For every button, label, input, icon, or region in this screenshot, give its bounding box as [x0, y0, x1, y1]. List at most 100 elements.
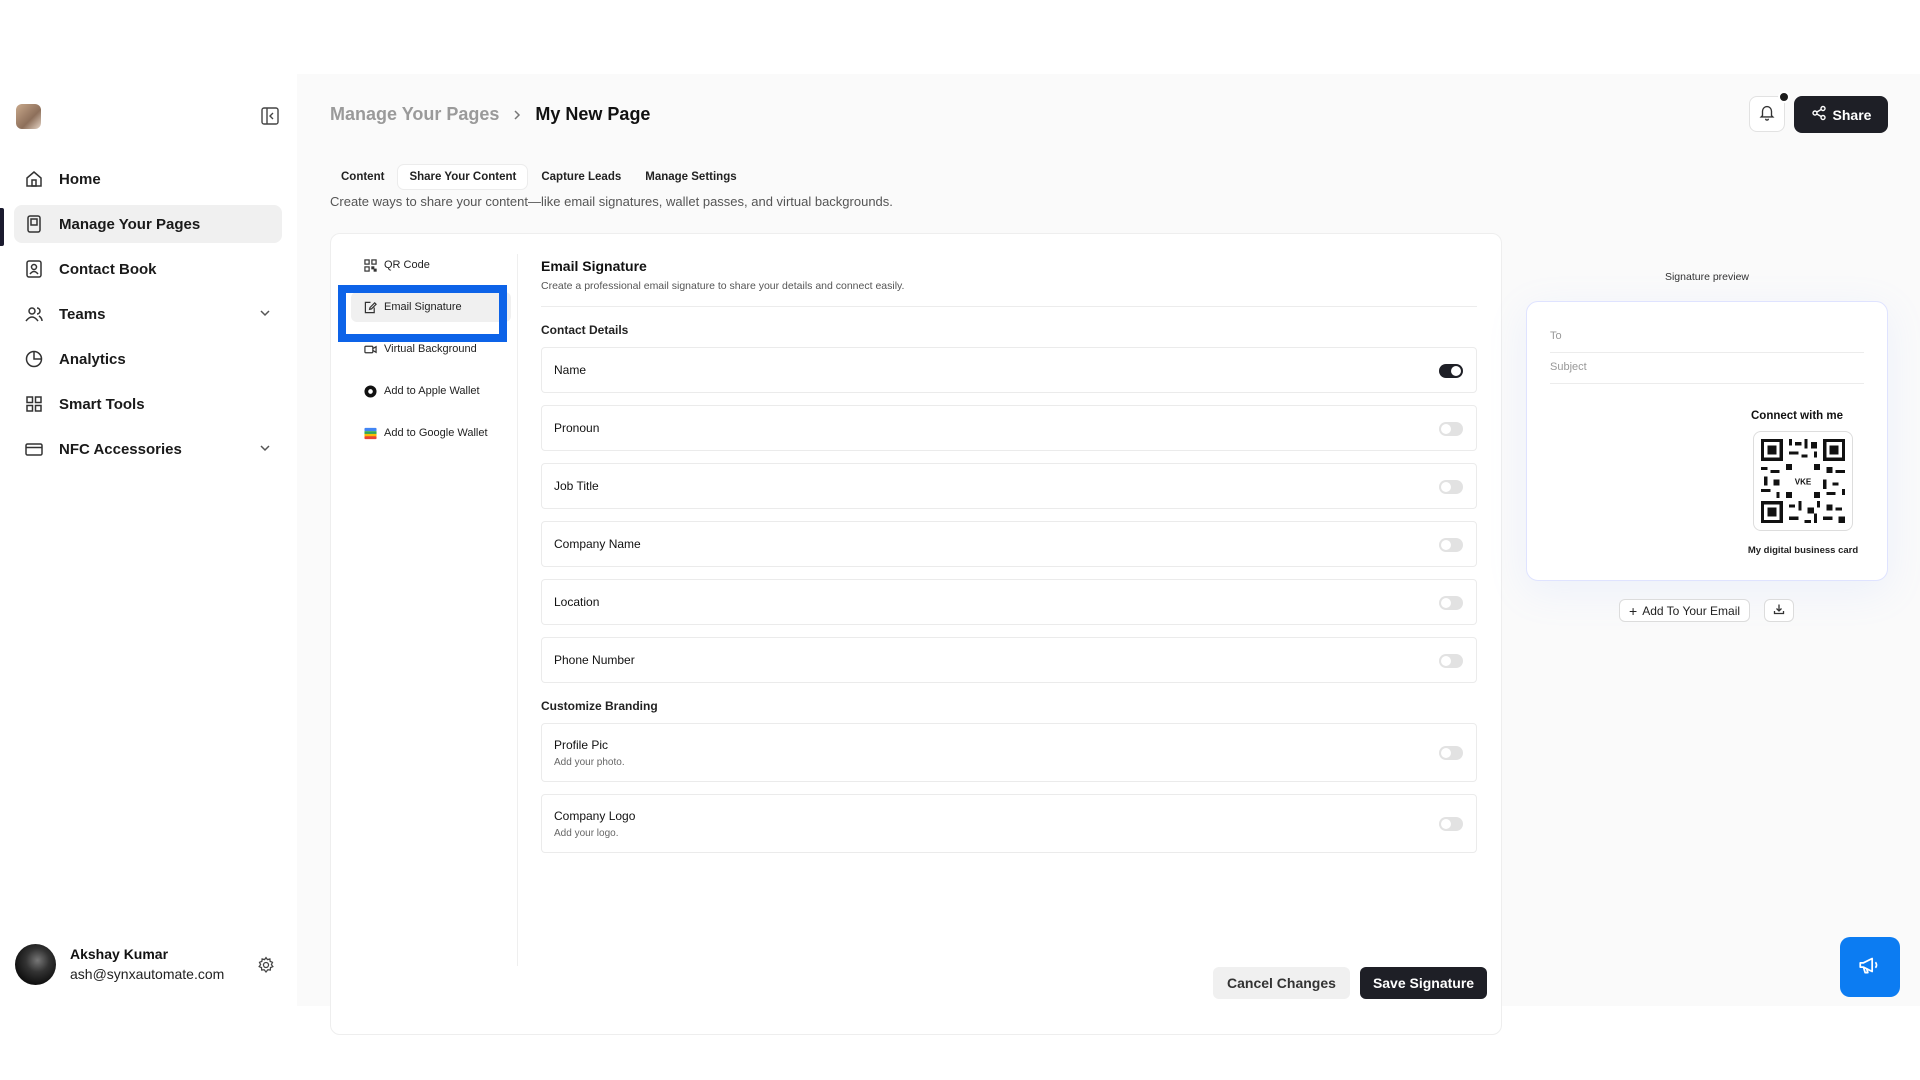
avatar[interactable] — [15, 944, 56, 985]
qr-center-label: VKE — [1795, 477, 1812, 486]
users-icon — [23, 303, 45, 325]
sidebar-item-analytics[interactable]: Analytics — [14, 340, 282, 378]
sidebar-nav: Home Manage Your Pages Contact Book Team… — [14, 160, 282, 475]
download-button[interactable] — [1764, 599, 1794, 622]
tab-manage-settings[interactable]: Manage Settings — [634, 165, 747, 189]
share-option-virtual-background[interactable]: Virtual Background — [351, 334, 511, 364]
sidebar-item-nfc-accessories[interactable]: NFC Accessories — [14, 430, 282, 468]
share-option-apple-wallet[interactable]: Add to Apple Wallet — [351, 376, 511, 406]
field-label: Profile Pic — [554, 738, 609, 752]
preview-caption: My digital business card — [1747, 545, 1859, 556]
share-icon — [1811, 105, 1833, 124]
gear-icon[interactable] — [257, 956, 275, 974]
plus-icon: + — [1629, 602, 1638, 619]
sidebar-item-smart-tools[interactable]: Smart Tools — [14, 385, 282, 423]
tab-capture-leads[interactable]: Capture Leads — [530, 165, 632, 189]
preview-subject-field: Subject — [1550, 353, 1864, 384]
contact-details-title: Contact Details — [541, 323, 629, 337]
share-option-label: Email Signature — [384, 301, 462, 313]
user-profile[interactable]: Akshay Kumar ash@synxautomate.com — [15, 942, 285, 986]
preview-to-field: To — [1550, 322, 1864, 353]
video-icon — [363, 342, 377, 356]
cancel-changes-button[interactable]: Cancel Changes — [1213, 967, 1350, 999]
download-icon — [1773, 602, 1785, 620]
toggle-pronoun[interactable] — [1439, 422, 1463, 436]
apple-wallet-icon — [363, 384, 377, 398]
preview-connect-text: Connect with me — [1750, 410, 1843, 422]
signature-preview: To Subject Connect with me VKE My digita… — [1526, 301, 1888, 581]
field-row-pronoun: Pronoun — [541, 405, 1477, 451]
home-icon — [23, 168, 45, 190]
toggle-phone-number[interactable] — [1439, 654, 1463, 668]
field-label: Name — [554, 363, 587, 377]
share-option-qr-code[interactable]: QR Code — [351, 250, 511, 280]
sidebar-item-contact-book[interactable]: Contact Book — [14, 250, 282, 288]
sidebar-item-label: Home — [59, 170, 101, 188]
sidebar-item-label: Teams — [59, 305, 106, 323]
sidebar: Home Manage Your Pages Contact Book Team… — [0, 74, 297, 1006]
share-label: Share — [1832, 106, 1872, 123]
analytics-icon — [23, 348, 45, 370]
breadcrumb: Manage Your Pages My New Page — [330, 104, 650, 125]
customize-branding-title: Customize Branding — [541, 699, 658, 713]
email-signature-form: Email Signature Create a professional em… — [541, 258, 1477, 865]
divider — [517, 254, 518, 966]
tab-content[interactable]: Content — [330, 165, 395, 189]
grid-icon — [23, 393, 45, 415]
field-row-phone-number: Phone Number — [541, 637, 1477, 683]
share-option-label: Add to Google Wallet — [384, 427, 488, 439]
field-hint: Add your photo. — [554, 757, 625, 768]
chevron-down-icon[interactable] — [258, 306, 272, 325]
add-to-email-button[interactable]: + Add To Your Email — [1619, 599, 1751, 622]
sidebar-item-home[interactable]: Home — [14, 160, 282, 198]
edit-document-icon — [363, 300, 377, 314]
add-to-email-label: Add To Your Email — [1642, 603, 1741, 618]
chevron-down-icon[interactable] — [258, 441, 272, 460]
notifications-button[interactable] — [1749, 91, 1790, 132]
divider — [541, 306, 1477, 307]
app-shell: Home Manage Your Pages Contact Book Team… — [0, 74, 1920, 1035]
tab-share-your-content[interactable]: Share Your Content — [397, 164, 529, 190]
toggle-profile-pic[interactable] — [1439, 746, 1463, 760]
share-button[interactable]: Share — [1794, 96, 1888, 133]
share-option-label: Add to Apple Wallet — [384, 385, 480, 397]
card-icon — [23, 438, 45, 460]
sidebar-item-label: Contact Book — [59, 260, 157, 278]
toggle-company-logo[interactable] — [1439, 817, 1463, 831]
toggle-location[interactable] — [1439, 596, 1463, 610]
google-wallet-icon — [363, 426, 377, 440]
field-row-name: Name — [541, 347, 1477, 393]
sidebar-item-label: Analytics — [59, 350, 126, 368]
field-label: Phone Number — [554, 653, 635, 667]
field-label: Job Title — [554, 479, 599, 493]
page-title: My New Page — [535, 104, 651, 124]
app-logo[interactable] — [16, 104, 41, 129]
share-option-google-wallet[interactable]: Add to Google Wallet — [351, 418, 511, 448]
field-hint: Add your logo. — [554, 828, 619, 839]
field-row-company-name: Company Name — [541, 521, 1477, 567]
chevron-right-icon — [511, 109, 523, 121]
sidebar-item-teams[interactable]: Teams — [14, 295, 282, 333]
pages-icon — [23, 213, 45, 235]
toggle-job-title[interactable] — [1439, 480, 1463, 494]
sidebar-item-label: Manage Your Pages — [59, 215, 201, 233]
bell-icon — [1758, 103, 1776, 126]
sidebar-item-label: NFC Accessories — [59, 440, 182, 458]
form-subtitle: Create a professional email signature to… — [541, 280, 905, 292]
save-signature-button[interactable]: Save Signature — [1359, 967, 1488, 999]
notification-badge — [1778, 91, 1790, 103]
announcement-button[interactable] — [1840, 937, 1900, 997]
field-row-location: Location — [541, 579, 1477, 625]
toggle-company-name[interactable] — [1439, 538, 1463, 552]
share-content-card: QR Code Email Signature Virtual Backgrou… — [330, 233, 1502, 1035]
qr-code-image: VKE — [1753, 431, 1853, 531]
sidebar-item-manage-pages[interactable]: Manage Your Pages — [14, 205, 282, 243]
breadcrumb-parent[interactable]: Manage Your Pages — [330, 104, 499, 125]
sidebar-collapse-icon[interactable] — [260, 106, 280, 126]
user-email: ash@synxautomate.com — [70, 966, 225, 982]
toggle-name[interactable] — [1439, 364, 1463, 378]
share-option-email-signature[interactable]: Email Signature — [351, 292, 511, 322]
field-label: Company Logo — [554, 809, 636, 823]
form-actions: Cancel Changes Save Signature — [1213, 967, 1488, 999]
preview-title: Signature preview — [1664, 271, 1750, 283]
